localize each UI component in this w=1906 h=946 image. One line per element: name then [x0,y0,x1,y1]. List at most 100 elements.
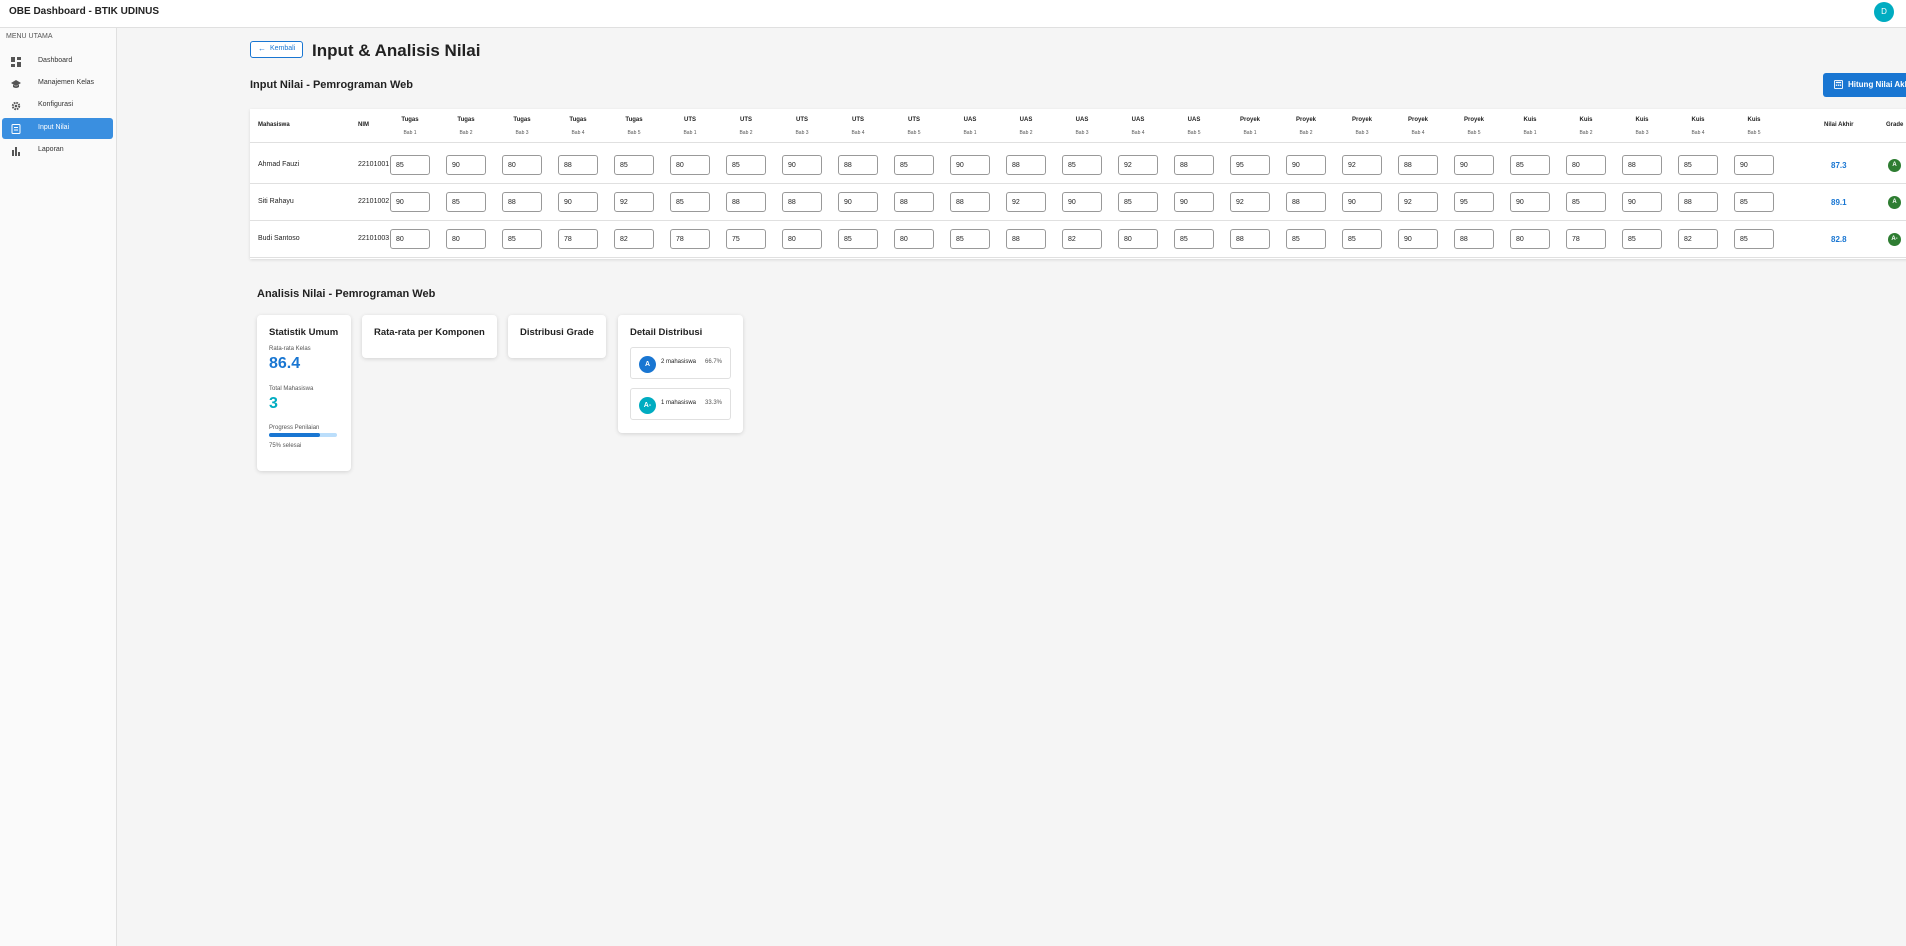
score-input[interactable] [1062,155,1102,175]
score-input[interactable] [726,155,766,175]
score-input[interactable] [502,192,542,212]
score-input[interactable] [1510,192,1550,212]
score-input[interactable] [446,229,486,249]
score-input[interactable] [1734,155,1774,175]
score-input[interactable] [558,192,598,212]
score-input[interactable] [558,229,598,249]
score-input[interactable] [1062,192,1102,212]
score-input[interactable] [390,155,430,175]
score-input[interactable] [1174,192,1214,212]
score-input[interactable] [1286,192,1326,212]
score-input[interactable] [1454,192,1494,212]
score-input[interactable] [1398,155,1438,175]
component-subheader: Bab 2 [1299,130,1313,136]
score-input[interactable] [1622,229,1662,249]
score-input[interactable] [1566,155,1606,175]
score-input[interactable] [1454,155,1494,175]
score-input[interactable] [1678,155,1718,175]
sidebar-item-input-nilai[interactable]: Input Nilai [2,118,113,139]
score-input[interactable] [502,229,542,249]
score-input[interactable] [726,192,766,212]
component-subheader: Bab 4 [1691,130,1705,136]
score-input[interactable] [558,155,598,175]
score-input[interactable] [1006,229,1046,249]
score-input[interactable] [950,155,990,175]
score-input[interactable] [894,155,934,175]
component-header: Proyek [1351,117,1372,123]
score-input[interactable] [1398,192,1438,212]
score-input[interactable] [838,192,878,212]
score-input[interactable] [1174,229,1214,249]
user-avatar[interactable]: D [1874,2,1894,22]
score-input[interactable] [614,192,654,212]
score-input[interactable] [502,155,542,175]
sidebar-item-label: Dashboard [38,57,73,64]
sidebar-item-konfigurasi[interactable]: Konfigurasi [2,95,113,116]
score-input[interactable] [782,155,822,175]
score-input[interactable] [1230,229,1270,249]
sidebar-item-manajemen-kelas[interactable]: Manajemen Kelas [2,73,113,94]
score-input[interactable] [1342,155,1382,175]
back-button-label: Kembali [270,45,296,52]
header-nim: NIM [358,122,369,128]
score-input[interactable] [1286,229,1326,249]
score-input[interactable] [1230,155,1270,175]
score-input[interactable] [1118,192,1158,212]
score-input[interactable] [1062,229,1102,249]
score-input[interactable] [614,229,654,249]
score-input[interactable] [1118,155,1158,175]
score-input[interactable] [446,192,486,212]
score-input[interactable] [894,192,934,212]
score-input[interactable] [950,229,990,249]
score-input[interactable] [1286,155,1326,175]
score-input[interactable] [1510,155,1550,175]
score-input[interactable] [1230,192,1270,212]
score-input[interactable] [1006,155,1046,175]
score-input[interactable] [1678,229,1718,249]
score-input[interactable] [614,155,654,175]
score-input[interactable] [1174,155,1214,175]
component-header: Kuis [1635,117,1649,123]
score-input[interactable] [1006,192,1046,212]
score-input[interactable] [1510,229,1550,249]
calculate-final-grade-button[interactable]: Hitung Nilai Akhir [1823,73,1906,97]
score-input[interactable] [1398,229,1438,249]
score-input[interactable] [1678,192,1718,212]
score-input[interactable] [1566,229,1606,249]
distribution-count: 2 mahasiswa [661,359,697,365]
component-average-title: Rata-rata per Komponen [374,327,485,338]
score-input[interactable] [1622,155,1662,175]
score-input[interactable] [1622,192,1662,212]
score-input[interactable] [1566,192,1606,212]
distribution-percent: 66.7% [705,359,723,365]
score-input[interactable] [1118,229,1158,249]
score-input[interactable] [950,192,990,212]
score-input[interactable] [782,192,822,212]
score-input[interactable] [894,229,934,249]
page-title: Input & Analisis Nilai [312,41,481,60]
component-subheader: Bab 2 [459,130,473,136]
score-input[interactable] [838,155,878,175]
score-input[interactable] [726,229,766,249]
score-input[interactable] [838,229,878,249]
score-input[interactable] [670,192,710,212]
score-input[interactable] [670,229,710,249]
score-input[interactable] [390,229,430,249]
score-input[interactable] [782,229,822,249]
score-input[interactable] [1734,229,1774,249]
component-subheader: Bab 4 [1411,130,1425,136]
score-input[interactable] [446,155,486,175]
component-header: UAS [1187,117,1201,123]
score-input[interactable] [1342,229,1382,249]
sidebar-item-laporan[interactable]: Laporan [2,140,113,161]
component-subheader: Bab 2 [1579,130,1593,136]
score-input[interactable] [670,155,710,175]
score-input[interactable] [390,192,430,212]
sidebar-item-label: Laporan [38,146,64,153]
sidebar-item-dashboard[interactable]: Dashboard [2,51,113,72]
student-nim: 22101003 [358,235,390,242]
score-input[interactable] [1454,229,1494,249]
score-input[interactable] [1342,192,1382,212]
back-button[interactable]: ← Kembali [250,41,303,58]
score-input[interactable] [1734,192,1774,212]
